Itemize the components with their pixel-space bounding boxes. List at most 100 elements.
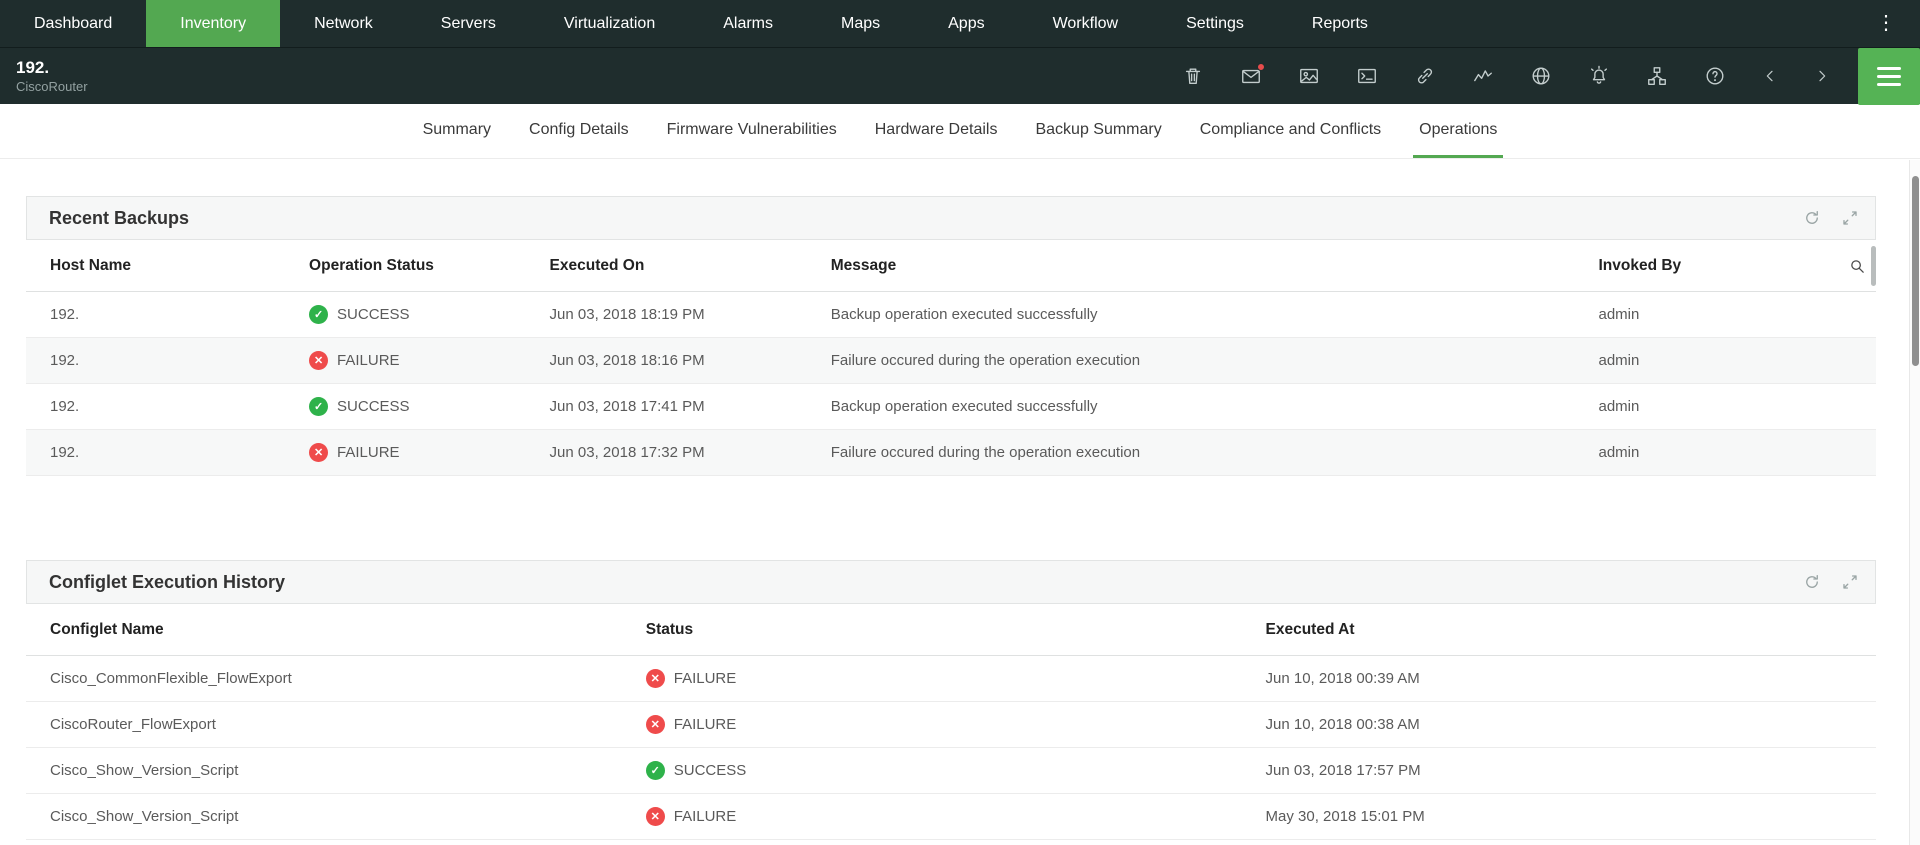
chevron-right-icon[interactable] [1814, 65, 1830, 87]
col-operation-status[interactable]: Operation Status [309, 240, 550, 292]
executed-at-cell: May 30, 2018 15:01 PM [1266, 794, 1877, 840]
page-scrollbar-track[interactable] [1909, 160, 1920, 845]
configlet-name-cell: Cisco_Show_Version_Script [26, 748, 646, 794]
terminal-icon[interactable] [1356, 65, 1378, 87]
globe-icon[interactable] [1530, 65, 1552, 87]
executed-at-cell: Jun 10, 2018 00:38 AM [1266, 702, 1877, 748]
nav-item-workflow[interactable]: Workflow [1019, 0, 1153, 47]
status-icon: ✕ [646, 715, 665, 734]
col-host-name[interactable]: Host Name [26, 240, 309, 292]
recent-backups-header: Recent Backups [26, 196, 1876, 240]
col-status[interactable]: Status [646, 604, 1266, 656]
main-content: Recent Backups Host Name Operation Statu… [0, 159, 1920, 840]
nav-item-servers[interactable]: Servers [407, 0, 530, 47]
nav-item-network[interactable]: Network [280, 0, 407, 47]
help-icon[interactable] [1704, 65, 1726, 87]
nav-item-dashboard[interactable]: Dashboard [0, 0, 146, 47]
refresh-icon[interactable] [1803, 209, 1821, 227]
status-icon: ✓ [309, 305, 328, 324]
status-icon: ✕ [309, 443, 328, 462]
chevron-left-icon[interactable] [1762, 65, 1778, 87]
invoked-by-cell: admin [1598, 338, 1876, 384]
credential-icon[interactable] [1298, 65, 1320, 87]
configlet-name-cell: CiscoRouter_FlowExport [26, 702, 646, 748]
operation-status-cell: ✓ SUCCESS [309, 292, 550, 338]
backup-row[interactable]: 192. ✓ SUCCESS Jun 03, 2018 17:41 PM Back… [26, 384, 1876, 430]
status-label: FAILURE [337, 352, 400, 369]
backup-row[interactable]: 192. ✕FAILURE Jun 03, 2018 18:16 PM Fail… [26, 338, 1876, 384]
nav-item-virtualization[interactable]: Virtualization [530, 0, 689, 47]
tab-config-details[interactable]: Config Details [523, 104, 635, 158]
status-label: SUCCESS [337, 306, 410, 323]
hamburger-bar [1877, 75, 1901, 78]
col-executed-on[interactable]: Executed On [550, 240, 831, 292]
expand-icon[interactable] [1841, 209, 1859, 227]
expand-icon[interactable] [1841, 573, 1859, 591]
graph-icon[interactable] [1472, 65, 1494, 87]
device-title: 192. [16, 58, 88, 78]
link-icon[interactable] [1414, 65, 1436, 87]
col-message[interactable]: Message [831, 240, 1599, 292]
host-name-cell: 192. [26, 292, 309, 338]
status-icon: ✓ [309, 397, 328, 416]
col-configlet-name[interactable]: Configlet Name [26, 604, 646, 656]
table-scrollbar-thumb[interactable] [1871, 246, 1876, 286]
backup-row[interactable]: 192. ✓SUCCESS Jun 03, 2018 18:19 PM Back… [26, 292, 1876, 338]
refresh-icon[interactable] [1803, 573, 1821, 591]
col-executed-at[interactable]: Executed At [1266, 604, 1877, 656]
nav-item-maps[interactable]: Maps [807, 0, 914, 47]
status-cell: ✓SUCCESS [646, 748, 1266, 794]
host-name-cell: 192. [26, 384, 309, 430]
configlet-row[interactable]: Cisco_Show_Version_Script ✓SUCCESS Jun 0… [26, 748, 1876, 794]
nav-item-settings[interactable]: Settings [1152, 0, 1278, 47]
executed-on-cell: Jun 03, 2018 17:41 PM [550, 384, 831, 430]
executed-at-cell: Jun 10, 2018 00:39 AM [1266, 656, 1877, 702]
search-icon[interactable] [1849, 258, 1866, 275]
status-cell: ✕FAILURE [646, 794, 1266, 840]
operation-status-cell: ✕ FAILURE [309, 338, 550, 384]
panel-tools [1803, 209, 1859, 227]
trash-icon[interactable] [1182, 65, 1204, 87]
tab-firmware-vulnerabilities[interactable]: Firmware Vulnerabilities [661, 104, 843, 158]
tab-operations[interactable]: Operations [1413, 104, 1503, 158]
nav-item-reports[interactable]: Reports [1278, 0, 1402, 47]
col-invoked-by-label: Invoked By [1598, 257, 1681, 275]
nav-item-alarms[interactable]: Alarms [689, 0, 807, 47]
tab-hardware-details[interactable]: Hardware Details [869, 104, 1004, 158]
configlet-row[interactable]: CiscoRouter_FlowExport ✕FAILURE Jun 10, … [26, 702, 1876, 748]
hamburger-menu-button[interactable] [1858, 48, 1920, 105]
device-header-bar: 192. CiscoRouter [0, 47, 1920, 104]
nav-item-inventory[interactable]: Inventory [146, 0, 280, 47]
configlet-history-header: Configlet Execution History [26, 560, 1876, 604]
executed-on-cell: Jun 03, 2018 18:19 PM [550, 292, 831, 338]
notification-dot [1257, 63, 1265, 71]
status-icon: ✕ [309, 351, 328, 370]
status-label: SUCCESS [337, 398, 410, 415]
message-cell: Backup operation executed successfully [831, 384, 1599, 430]
status-label: FAILURE [337, 444, 400, 461]
status-label: FAILURE [674, 670, 737, 687]
col-invoked-by[interactable]: Invoked By [1598, 240, 1876, 292]
operation-status-cell: ✓ SUCCESS [309, 384, 550, 430]
tab-compliance-and-conflicts[interactable]: Compliance and Conflicts [1194, 104, 1387, 158]
page-scrollbar-thumb[interactable] [1912, 176, 1919, 366]
mail-icon[interactable] [1240, 65, 1262, 87]
more-menu-icon[interactable]: ⋮ [1852, 0, 1920, 47]
configlet-row[interactable]: Cisco_Show_Version_Script ✕FAILURE May 3… [26, 794, 1876, 840]
nav-item-apps[interactable]: Apps [914, 0, 1018, 47]
tab-backup-summary[interactable]: Backup Summary [1029, 104, 1167, 158]
invoked-by-cell: admin [1598, 384, 1876, 430]
tab-summary[interactable]: Summary [417, 104, 497, 158]
recent-backups-panel: Recent Backups Host Name Operation Statu… [26, 196, 1876, 476]
backup-row[interactable]: 192. ✕FAILURE Jun 03, 2018 17:32 PM Fail… [26, 430, 1876, 476]
alert-icon[interactable] [1588, 65, 1610, 87]
configlet-row[interactable]: Cisco_CommonFlexible_FlowExport ✕FAILURE… [26, 656, 1876, 702]
status-icon: ✕ [646, 807, 665, 826]
executed-on-cell: Jun 03, 2018 18:16 PM [550, 338, 831, 384]
topology-icon[interactable] [1646, 65, 1668, 87]
hamburger-bar [1877, 83, 1901, 86]
device-title-block: 192. CiscoRouter [16, 58, 88, 95]
panel-tools [1803, 573, 1859, 591]
recent-backups-table: Host Name Operation Status Executed On M… [26, 240, 1876, 476]
invoked-by-cell: admin [1598, 292, 1876, 338]
